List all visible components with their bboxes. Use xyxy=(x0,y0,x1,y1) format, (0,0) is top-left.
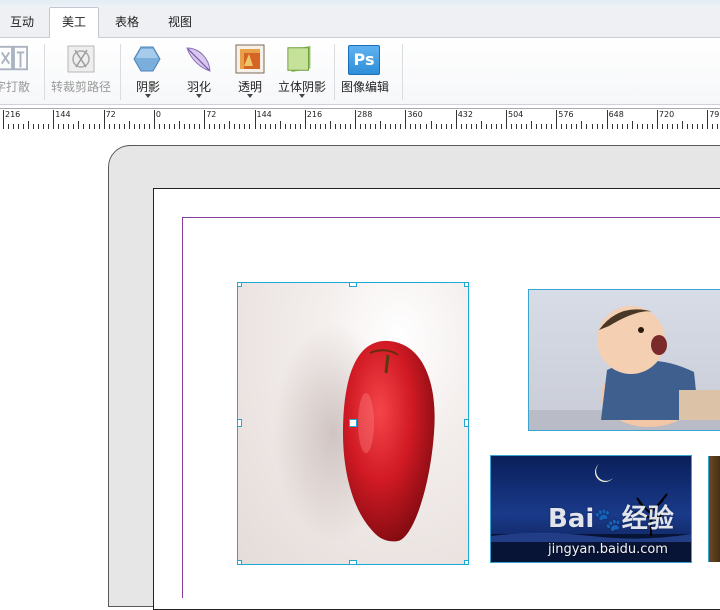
feather-dropdown-arrow[interactable] xyxy=(196,94,202,98)
horizontal-ruler[interactable]: 216 144 72 0 72 144 216 288 360 432 504 576 648 720 79… xyxy=(0,108,720,130)
resize-handle-n[interactable] xyxy=(349,283,357,287)
ruler-major-tick xyxy=(455,110,457,129)
ruler-major-tick xyxy=(355,110,357,129)
ruler-major-tick xyxy=(506,110,507,129)
feather-icon xyxy=(186,47,211,72)
resize-handle-e[interactable] xyxy=(464,419,468,427)
ruler-label: 144 xyxy=(55,110,71,119)
center-handle[interactable] xyxy=(349,419,357,427)
convert-clip-path-label: 转裁剪路径 xyxy=(50,80,111,94)
watermark-logo-text: Bai xyxy=(548,504,595,534)
watermark-logo: Bai🐾经验 xyxy=(548,498,674,535)
ribbon-separator xyxy=(402,44,403,100)
watermark-url: jingyan.baidu.com xyxy=(548,542,668,557)
ruler-major-tick xyxy=(304,110,306,129)
ruler-minor-tick xyxy=(531,121,533,129)
text-scatter-icon xyxy=(0,45,28,71)
resize-handle-se[interactable] xyxy=(464,560,468,564)
ruler-minor-tick xyxy=(380,121,382,129)
shadow-dropdown-arrow[interactable] xyxy=(145,94,151,98)
ruler-minor-tick xyxy=(279,121,281,129)
apple-image[interactable] xyxy=(237,282,469,565)
ruler-minor-tick xyxy=(430,121,432,129)
ruler-major-tick xyxy=(53,110,55,129)
window-top-strip xyxy=(0,0,720,8)
shadow-button[interactable]: 阴影 xyxy=(128,38,168,104)
ruler-label: 216 xyxy=(306,110,323,119)
ribbon-toolbar: 字打散 转裁剪路径 阴影 羽化 透明 立体阴影 Ps 图像编辑 xyxy=(0,38,720,105)
tab-art[interactable]: 美工 xyxy=(49,7,99,38)
transparency-icon xyxy=(235,44,265,74)
watermark-logo-text2: 经验 xyxy=(621,504,674,534)
ruler-minor-tick xyxy=(631,121,633,129)
transparency-button[interactable]: 透明 xyxy=(232,38,268,104)
ruler-minor-tick xyxy=(28,121,30,129)
image-edit-button[interactable]: Ps 图像编辑 xyxy=(338,38,392,104)
ruler-major-tick xyxy=(3,110,4,129)
convert-clip-path-button[interactable]: 转裁剪路径 xyxy=(46,38,116,104)
photoshop-icon: Ps xyxy=(348,45,380,75)
ruler-label: 504 xyxy=(508,110,524,119)
tab-interaction[interactable]: 互动 xyxy=(0,8,44,37)
feather-label: 羽化 xyxy=(186,80,211,94)
ruler-major-tick xyxy=(405,110,407,129)
ruler-major-tick xyxy=(103,110,105,129)
baidu-watermark: Bai🐾经验 jingyan.baidu.com xyxy=(548,498,718,570)
resize-handle-w[interactable] xyxy=(238,419,242,427)
ruler-major-tick xyxy=(606,110,608,129)
ruler-major-tick xyxy=(707,110,709,129)
ruler-label: 72 xyxy=(206,110,217,119)
ruler-minor-tick xyxy=(682,121,684,129)
resize-handle-ne[interactable] xyxy=(464,283,468,287)
ruler-label: 360 xyxy=(407,110,423,119)
3d-shadow-button[interactable]: 立体阴影 xyxy=(274,38,330,104)
resize-handle-nw[interactable] xyxy=(238,283,242,287)
ruler-label: 720 xyxy=(658,110,675,119)
ruler-major-tick xyxy=(204,110,206,129)
ruler-label: 288 xyxy=(357,110,373,119)
transparency-label: 透明 xyxy=(237,80,262,94)
ruler-label: 792 xyxy=(709,110,720,119)
ruler-minor-tick xyxy=(480,121,482,129)
ruler-major-tick xyxy=(656,110,658,129)
ribbon-separator xyxy=(44,44,45,100)
ruler-label: 72 xyxy=(105,110,116,119)
ruler-minor-tick xyxy=(128,121,130,129)
ribbon-separator xyxy=(334,44,335,100)
image-edit-label: 图像编辑 xyxy=(340,80,389,94)
ruler-label: 576 xyxy=(558,110,574,119)
ruler-major-tick xyxy=(556,110,558,129)
ruler-label: 0 xyxy=(155,110,161,119)
ruler-label: 648 xyxy=(608,110,624,119)
clip-path-icon xyxy=(67,45,95,73)
ruler-label: 144 xyxy=(256,110,272,119)
shadow-hexagon-icon xyxy=(133,46,161,72)
shadow-label: 阴影 xyxy=(135,80,160,94)
ruler-minor-tick xyxy=(581,121,583,129)
tab-table[interactable]: 表格 xyxy=(104,8,150,37)
ruler-major-tick xyxy=(254,110,256,129)
ribbon-separator xyxy=(120,44,121,100)
transparency-dropdown-arrow[interactable] xyxy=(247,94,253,98)
resize-handle-s[interactable] xyxy=(349,560,357,564)
ruler-minor-tick xyxy=(78,121,80,129)
text-scatter-label: 字打散 xyxy=(0,80,31,94)
ruler-minor-tick xyxy=(229,121,231,129)
ruler-major-tick xyxy=(153,110,155,129)
3d-shadow-label: 立体阴影 xyxy=(277,80,326,94)
ruler-minor-tick xyxy=(179,121,181,129)
ruler-label: 432 xyxy=(457,110,473,119)
ruler-minor-tick xyxy=(329,121,331,129)
ruler-label: 216 xyxy=(5,110,21,119)
baby-picture xyxy=(529,306,720,430)
3d-shadow-dropdown-arrow[interactable] xyxy=(299,94,305,98)
baby-image[interactable] xyxy=(528,289,720,431)
paw-icon: 🐾 xyxy=(594,508,622,533)
ribbon-tab-bar: 互动 美工 表格 视图 xyxy=(0,7,720,38)
tab-view[interactable]: 视图 xyxy=(156,8,204,37)
text-scatter-button[interactable]: 字打散 xyxy=(0,38,44,104)
resize-handle-sw[interactable] xyxy=(238,560,242,564)
3d-shadow-icon xyxy=(287,45,311,73)
feather-button[interactable]: 羽化 xyxy=(178,38,220,104)
